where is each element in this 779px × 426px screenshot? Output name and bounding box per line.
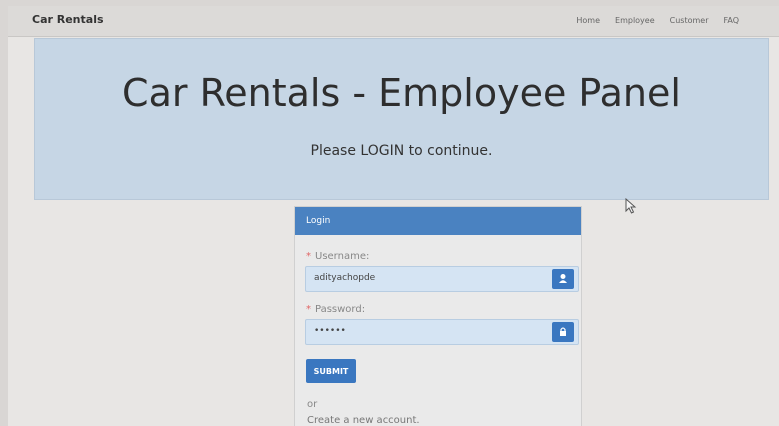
lock-icon bbox=[552, 322, 574, 342]
nav-link-customer[interactable]: Customer bbox=[670, 16, 709, 25]
username-input[interactable] bbox=[306, 267, 550, 289]
username-input-group bbox=[305, 266, 579, 292]
browser-viewport: Car Rentals Home Employee Customer FAQ C… bbox=[8, 6, 779, 426]
user-icon bbox=[552, 269, 574, 289]
password-label-text: Password: bbox=[315, 304, 366, 315]
nav-link-employee[interactable]: Employee bbox=[615, 16, 655, 25]
nav-link-home[interactable]: Home bbox=[576, 16, 600, 25]
jumbotron: Car Rentals - Employee Panel Please LOGI… bbox=[34, 38, 769, 200]
page-title: Car Rentals - Employee Panel bbox=[122, 71, 681, 115]
login-panel-heading: Login bbox=[295, 207, 581, 235]
mouse-pointer-icon bbox=[625, 198, 637, 214]
password-input-group bbox=[305, 319, 579, 345]
page-subtitle: Please LOGIN to continue. bbox=[310, 143, 493, 159]
brand-logo-text[interactable]: Car Rentals bbox=[32, 13, 104, 26]
or-separator: or bbox=[307, 399, 318, 410]
username-label-text: Username: bbox=[315, 251, 370, 262]
nav-link-faq[interactable]: FAQ bbox=[724, 16, 740, 25]
create-account-link[interactable]: Create a new account. bbox=[307, 415, 420, 426]
submit-button[interactable]: SUBMIT bbox=[306, 359, 356, 383]
username-label: * Username: bbox=[306, 251, 369, 262]
required-asterisk: * bbox=[306, 251, 311, 262]
required-asterisk: * bbox=[306, 304, 311, 315]
navbar: Car Rentals Home Employee Customer FAQ bbox=[8, 6, 779, 37]
nav-links: Home Employee Customer FAQ bbox=[576, 16, 739, 25]
password-input[interactable] bbox=[306, 320, 550, 342]
login-panel: Login * Username: * Password: bbox=[294, 206, 582, 426]
password-label: * Password: bbox=[306, 304, 365, 315]
